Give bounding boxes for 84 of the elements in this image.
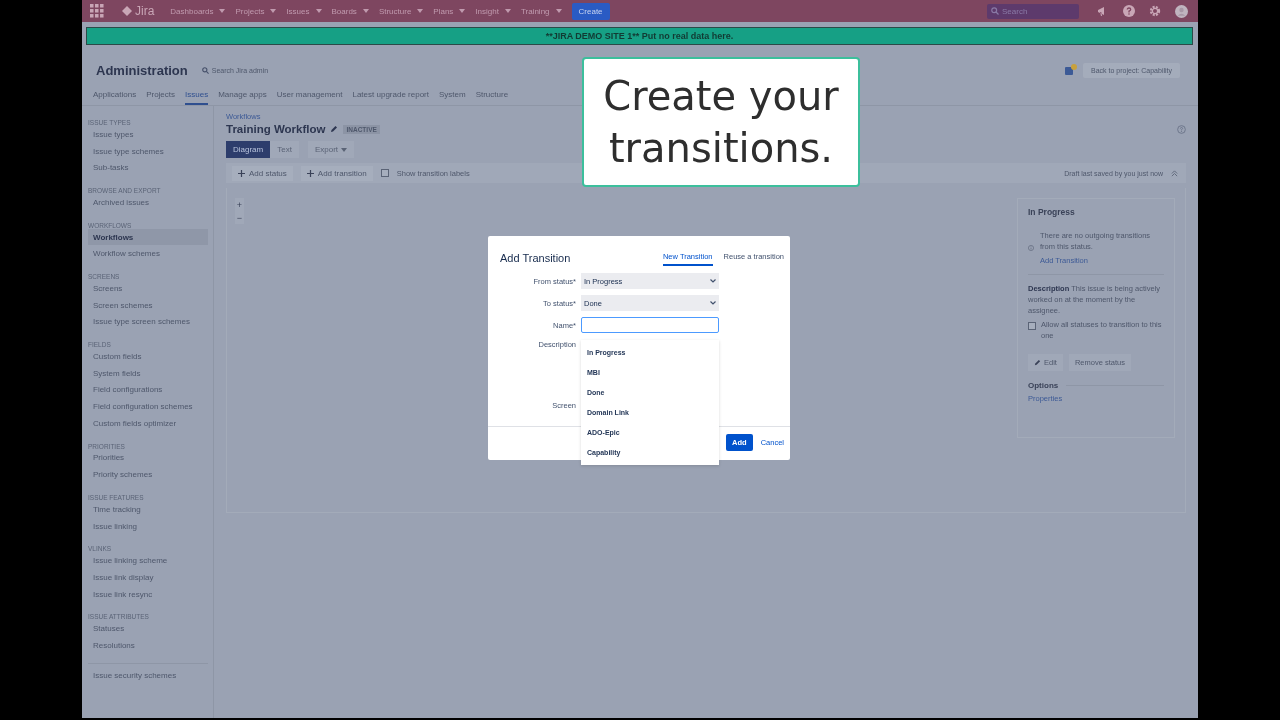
- admin-tab[interactable]: Latest upgrade report: [352, 90, 429, 105]
- sidebar-item[interactable]: Issue linking: [88, 517, 208, 535]
- admin-tab[interactable]: Applications: [93, 90, 137, 105]
- caret-icon: [459, 9, 466, 13]
- sidebar-item[interactable]: Time tracking: [88, 501, 208, 518]
- zoom-button[interactable]: +: [235, 198, 244, 211]
- sidebar-item[interactable]: Resolutions: [88, 637, 208, 654]
- sidebar-item[interactable]: Workflows: [88, 228, 208, 246]
- caret-icon: [219, 9, 226, 13]
- add-status-button[interactable]: Add status: [232, 165, 293, 181]
- view-tab[interactable]: Text: [270, 141, 299, 158]
- help-icon[interactable]: [1123, 5, 1135, 17]
- sidebar-item[interactable]: System fields: [88, 364, 208, 382]
- export-dropdown[interactable]: Export: [307, 141, 355, 158]
- sidebar-item[interactable]: Field configurations: [88, 381, 208, 399]
- pencil-icon[interactable]: [330, 125, 339, 133]
- pencil-icon: [1034, 359, 1041, 367]
- caret-icon: [341, 147, 348, 152]
- search-icon: [201, 66, 209, 74]
- plus-icon: [306, 169, 314, 177]
- admin-tab[interactable]: Projects: [146, 90, 176, 105]
- sidebar-item[interactable]: Issue type screen schemes: [88, 313, 208, 331]
- plus-icon: [238, 169, 245, 177]
- sidebar-item[interactable]: Custom fields optimizer: [88, 414, 208, 432]
- sidebar-item[interactable]: Issue link display: [88, 569, 208, 586]
- workflow-title: Training Workflow: [226, 123, 326, 135]
- sidebar-item[interactable]: Archived issues: [88, 194, 208, 211]
- project-avatar-icon: [1065, 64, 1078, 76]
- nav-menu[interactable]: Projects: [235, 6, 277, 16]
- name-input-field[interactable]: [581, 317, 719, 333]
- dialog-title: Add Transition: [500, 252, 571, 264]
- caret-icon: [417, 9, 424, 13]
- sidebar-item[interactable]: Screens: [88, 280, 208, 297]
- view-tab[interactable]: Diagram: [226, 141, 271, 158]
- sidebar-item[interactable]: Priorities: [88, 449, 208, 467]
- create-button[interactable]: Create: [571, 2, 610, 20]
- sidebar-item[interactable]: Screen schemes: [88, 296, 208, 314]
- admin-tab[interactable]: Issues: [185, 90, 209, 105]
- demo-site-banner: **JIRA DEMO SITE 1** Put no real data here.: [86, 27, 1193, 45]
- nav-menu[interactable]: Insight: [475, 6, 511, 16]
- sidebar-item[interactable]: Issue link resync: [88, 585, 208, 603]
- checkbox[interactable]: [1028, 322, 1036, 331]
- admin-tab[interactable]: System: [438, 90, 466, 105]
- sidebar-item[interactable]: Priority schemes: [88, 466, 208, 483]
- checkbox[interactable]: [380, 169, 389, 177]
- caret-icon: [555, 9, 562, 13]
- sidebar-item[interactable]: Statuses: [88, 620, 208, 638]
- zoom-button[interactable]: −: [235, 211, 244, 224]
- sidebar-item[interactable]: Issue types: [88, 126, 208, 143]
- nav-menu[interactable]: Boards: [331, 6, 369, 16]
- sidebar-item[interactable]: Workflow schemes: [88, 245, 208, 263]
- settings-icon[interactable]: [1149, 5, 1161, 17]
- sidebar-item[interactable]: Custom fields: [88, 348, 208, 365]
- nav-menu[interactable]: Training: [520, 6, 562, 16]
- avatar-icon[interactable]: [1175, 4, 1188, 18]
- section-heading: Options: [1028, 381, 1059, 391]
- nav-menu[interactable]: Dashboards: [170, 6, 226, 16]
- caret-icon: [315, 9, 322, 13]
- nav-menu[interactable]: Issues: [286, 6, 322, 16]
- nav-menu[interactable]: Plans: [433, 6, 466, 16]
- jira-logo-icon: [122, 6, 132, 16]
- admin-tab[interactable]: Structure: [475, 90, 509, 105]
- chevron-icon: [710, 279, 716, 283]
- collapse-icon[interactable]: [1171, 169, 1178, 177]
- nav-menu[interactable]: Structure: [378, 6, 424, 16]
- info-icon: [1028, 243, 1034, 252]
- instruction-callout: Create your transitions.: [582, 57, 860, 187]
- admin-tab[interactable]: User management: [276, 90, 343, 105]
- panel-title: In Progress: [1028, 207, 1076, 217]
- chevron-icon: [710, 301, 716, 305]
- sidebar-item[interactable]: Issue type schemes: [88, 142, 208, 160]
- sidebar-item[interactable]: Sub-tasks: [88, 159, 208, 177]
- app-switcher-icon[interactable]: [90, 4, 104, 18]
- caret-icon: [504, 9, 511, 13]
- sidebar-item[interactable]: Issue security schemes: [88, 666, 208, 684]
- add-transition-button[interactable]: Add transition: [300, 165, 373, 181]
- caret-icon: [270, 9, 277, 13]
- product-name[interactable]: Jira: [135, 4, 155, 18]
- admin-tab[interactable]: Manage apps: [218, 90, 267, 105]
- caret-icon: [362, 9, 369, 13]
- search-icon: [991, 7, 999, 15]
- sidebar-item[interactable]: Field configuration schemes: [88, 398, 208, 415]
- page-title: Administration: [96, 62, 188, 78]
- sidebar-item[interactable]: Issue linking scheme: [88, 552, 208, 570]
